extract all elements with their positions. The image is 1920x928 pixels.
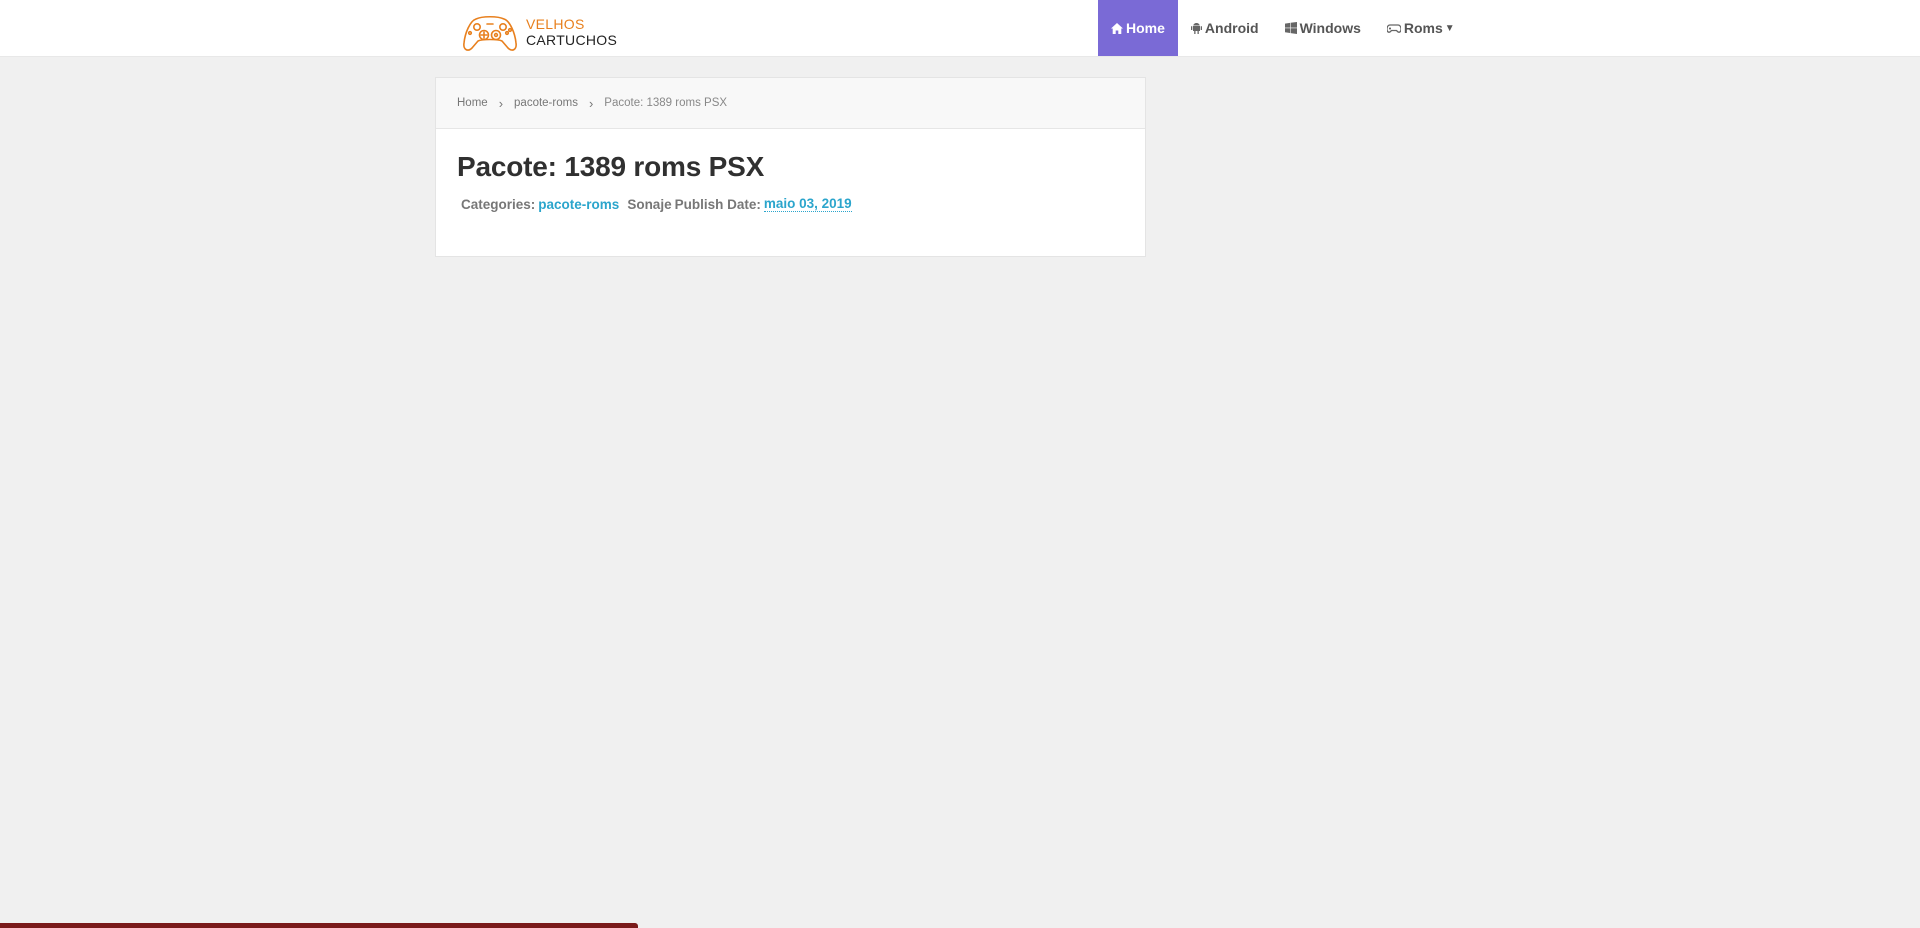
publish-date[interactable]: maio 03, 2019 bbox=[763, 196, 852, 212]
bottom-bar bbox=[0, 923, 638, 928]
nav-label-home: Home bbox=[1126, 20, 1165, 36]
home-icon bbox=[1111, 22, 1123, 34]
logo-line-1: VELHOS bbox=[526, 16, 585, 32]
breadcrumb: Home › pacote-roms › Pacote: 1389 roms P… bbox=[436, 78, 1145, 129]
logo-line-2: CARTUCHOS bbox=[526, 32, 618, 48]
main-nav: Home Android Windows Roms ▼ bbox=[1098, 0, 1468, 56]
nav-item-home[interactable]: Home bbox=[1098, 0, 1178, 56]
site-header: VELHOS CARTUCHOS Home Android Windows Ro… bbox=[0, 0, 1920, 57]
category-link[interactable]: pacote-roms bbox=[538, 197, 619, 212]
windows-icon bbox=[1284, 22, 1297, 34]
gamepad-icon bbox=[463, 15, 517, 51]
post-author: Sonaje bbox=[627, 196, 672, 212]
site-logo[interactable]: VELHOS CARTUCHOS bbox=[462, 10, 617, 54]
breadcrumb-current: Pacote: 1389 roms PSX bbox=[604, 97, 728, 109]
publish-date-label: Publish Date: bbox=[674, 196, 761, 212]
nav-label-roms: Roms bbox=[1403, 20, 1443, 36]
categories-label: Categories: bbox=[461, 196, 536, 212]
post-title: Pacote: 1389 roms PSX bbox=[457, 151, 765, 182]
post-meta: Categories: pacote-roms Sonaje Publish D… bbox=[461, 196, 1145, 212]
nav-label-android: Android bbox=[1204, 20, 1259, 36]
nav-item-android[interactable]: Android bbox=[1178, 0, 1272, 56]
nav-label-windows: Windows bbox=[1299, 20, 1361, 36]
breadcrumb-category[interactable]: pacote-roms bbox=[514, 97, 578, 109]
android-icon bbox=[1190, 22, 1202, 34]
post-card: Home › pacote-roms › Pacote: 1389 roms P… bbox=[435, 77, 1146, 257]
nav-item-windows[interactable]: Windows bbox=[1272, 0, 1374, 56]
chevron-down-icon: ▼ bbox=[1444, 22, 1455, 34]
nav-item-roms[interactable]: Roms ▼ bbox=[1374, 0, 1468, 56]
breadcrumb-home[interactable]: Home bbox=[457, 97, 488, 109]
chevron-right-icon: › bbox=[588, 95, 594, 111]
chevron-right-icon: › bbox=[498, 95, 504, 111]
gamepad-icon bbox=[1386, 23, 1401, 33]
